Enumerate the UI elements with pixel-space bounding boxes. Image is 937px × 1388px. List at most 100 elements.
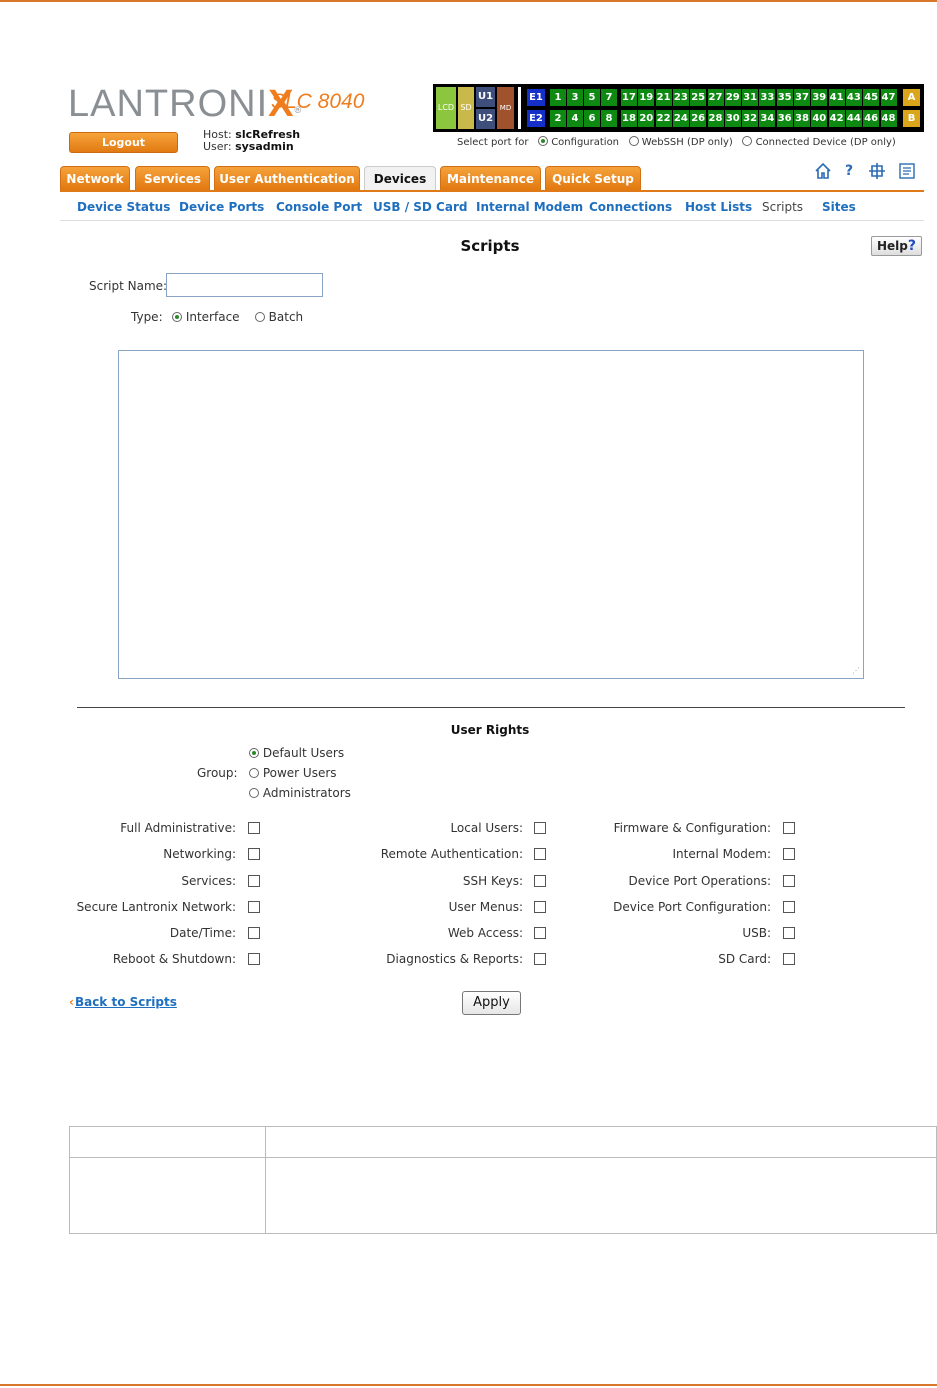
port-37-indicator[interactable]: 37: [794, 89, 810, 106]
subnav-host-lists[interactable]: Host Lists: [685, 200, 752, 214]
sitemap-icon[interactable]: [868, 162, 886, 180]
right-checkbox-device-port-operations[interactable]: [783, 875, 795, 887]
port-18-indicator[interactable]: 18: [621, 110, 637, 127]
port-27-indicator[interactable]: 27: [707, 89, 724, 106]
port-29-indicator[interactable]: 29: [724, 89, 741, 106]
e1-indicator[interactable]: E1: [527, 89, 545, 106]
resize-grip-icon[interactable]: ⋰: [852, 666, 860, 675]
tab-user-authentication[interactable]: User Authentication: [214, 166, 360, 191]
port-34-indicator[interactable]: 34: [759, 110, 776, 127]
port-17-indicator[interactable]: 17: [621, 89, 637, 106]
port-26-indicator[interactable]: 26: [690, 110, 707, 127]
u2-indicator[interactable]: U2: [476, 109, 495, 129]
port-43-indicator[interactable]: 43: [845, 89, 862, 106]
port-4-indicator[interactable]: 4: [567, 110, 583, 127]
logout-button[interactable]: Logout: [69, 132, 178, 153]
port-42-indicator[interactable]: 42: [828, 110, 845, 127]
subnav-device-ports[interactable]: Device Ports: [179, 200, 264, 214]
tab-network[interactable]: Network: [60, 166, 130, 191]
group-power-users-radio[interactable]: [249, 768, 259, 778]
help-icon[interactable]: ?: [840, 162, 858, 180]
port-a-indicator[interactable]: A: [903, 89, 920, 106]
port-35-indicator[interactable]: 35: [776, 89, 793, 106]
port-6-indicator[interactable]: 6: [584, 110, 600, 127]
right-checkbox-full-administrative[interactable]: [248, 822, 260, 834]
md-indicator[interactable]: MD: [497, 87, 514, 129]
subnav-internal-modem[interactable]: Internal Modem: [476, 200, 583, 214]
right-checkbox-usb[interactable]: [783, 927, 795, 939]
port-31-indicator[interactable]: 31: [742, 89, 759, 106]
port-3-indicator[interactable]: 3: [567, 89, 583, 106]
right-checkbox-user-menus[interactable]: [534, 901, 546, 913]
right-checkbox-date-time[interactable]: [248, 927, 260, 939]
port-39-indicator[interactable]: 39: [811, 89, 828, 106]
right-checkbox-networking[interactable]: [248, 848, 260, 860]
port-33-indicator[interactable]: 33: [759, 89, 776, 106]
right-checkbox-local-users[interactable]: [534, 822, 546, 834]
port-21-indicator[interactable]: 21: [655, 89, 672, 106]
home-icon[interactable]: [814, 162, 832, 180]
port-38-indicator[interactable]: 38: [794, 110, 810, 127]
right-checkbox-firmware-configuration[interactable]: [783, 822, 795, 834]
port-40-indicator[interactable]: 40: [811, 110, 828, 127]
subnav-usb-sd-card[interactable]: USB / SD Card: [373, 200, 467, 214]
port-28-indicator[interactable]: 28: [707, 110, 724, 127]
port-2-indicator[interactable]: 2: [550, 110, 566, 127]
connected-device-radio[interactable]: [742, 136, 753, 146]
webssh-radio[interactable]: [628, 136, 639, 146]
right-checkbox-services[interactable]: [248, 875, 260, 887]
type-interface-radio[interactable]: [172, 312, 182, 322]
subnav-device-status[interactable]: Device Status: [77, 200, 170, 214]
tab-services[interactable]: Services: [135, 166, 210, 191]
port-22-indicator[interactable]: 22: [655, 110, 672, 127]
back-to-scripts-link[interactable]: ‹Back to Scripts: [69, 995, 177, 1009]
tab-maintenance[interactable]: Maintenance: [440, 166, 541, 191]
right-checkbox-device-port-configuration[interactable]: [783, 901, 795, 913]
port-24-indicator[interactable]: 24: [672, 110, 689, 127]
right-checkbox-ssh-keys[interactable]: [534, 875, 546, 887]
e2-indicator[interactable]: E2: [527, 110, 545, 127]
port-7-indicator[interactable]: 7: [601, 89, 617, 106]
port-48-indicator[interactable]: 48: [880, 110, 897, 127]
port-45-indicator[interactable]: 45: [863, 89, 880, 106]
port-23-indicator[interactable]: 23: [672, 89, 689, 106]
group-default-users-radio[interactable]: [249, 748, 259, 758]
group-administrators-radio[interactable]: [249, 788, 259, 798]
script-body-textarea[interactable]: ⋰: [118, 350, 864, 679]
lcd-indicator[interactable]: LCD: [436, 87, 456, 129]
port-41-indicator[interactable]: 41: [828, 89, 845, 106]
port-32-indicator[interactable]: 32: [742, 110, 759, 127]
right-checkbox-internal-modem[interactable]: [783, 848, 795, 860]
right-checkbox-diagnostics-reports[interactable]: [534, 953, 546, 965]
port-30-indicator[interactable]: 30: [724, 110, 741, 127]
subnav-sites[interactable]: Sites: [822, 200, 856, 214]
port-19-indicator[interactable]: 19: [638, 89, 655, 106]
port-1-indicator[interactable]: 1: [550, 89, 566, 106]
port-5-indicator[interactable]: 5: [584, 89, 600, 106]
u1-indicator[interactable]: U1: [476, 87, 495, 107]
right-checkbox-remote-authentication[interactable]: [534, 848, 546, 860]
tab-devices[interactable]: Devices: [364, 166, 436, 192]
subnav-connections[interactable]: Connections: [589, 200, 672, 214]
subnav-console-port[interactable]: Console Port: [276, 200, 362, 214]
notes-icon[interactable]: [898, 162, 916, 180]
configuration-radio[interactable]: [538, 136, 549, 146]
apply-button[interactable]: Apply: [462, 991, 521, 1015]
port-36-indicator[interactable]: 36: [776, 110, 793, 127]
port-44-indicator[interactable]: 44: [845, 110, 862, 127]
right-checkbox-secure-lantronix-network[interactable]: [248, 901, 260, 913]
port-46-indicator[interactable]: 46: [863, 110, 880, 127]
port-25-indicator[interactable]: 25: [690, 89, 707, 106]
script-name-input[interactable]: [166, 273, 323, 297]
tab-quick-setup[interactable]: Quick Setup: [545, 166, 641, 191]
port-b-indicator[interactable]: B: [903, 110, 920, 127]
sd-indicator[interactable]: SD: [458, 87, 474, 129]
right-checkbox-reboot-shutdown[interactable]: [248, 953, 260, 965]
port-8-indicator[interactable]: 8: [601, 110, 617, 127]
port-20-indicator[interactable]: 20: [638, 110, 655, 127]
right-checkbox-web-access[interactable]: [534, 927, 546, 939]
right-checkbox-sd-card[interactable]: [783, 953, 795, 965]
port-47-indicator[interactable]: 47: [880, 89, 897, 106]
type-batch-radio[interactable]: [254, 312, 265, 322]
help-button[interactable]: Help?: [871, 236, 922, 256]
